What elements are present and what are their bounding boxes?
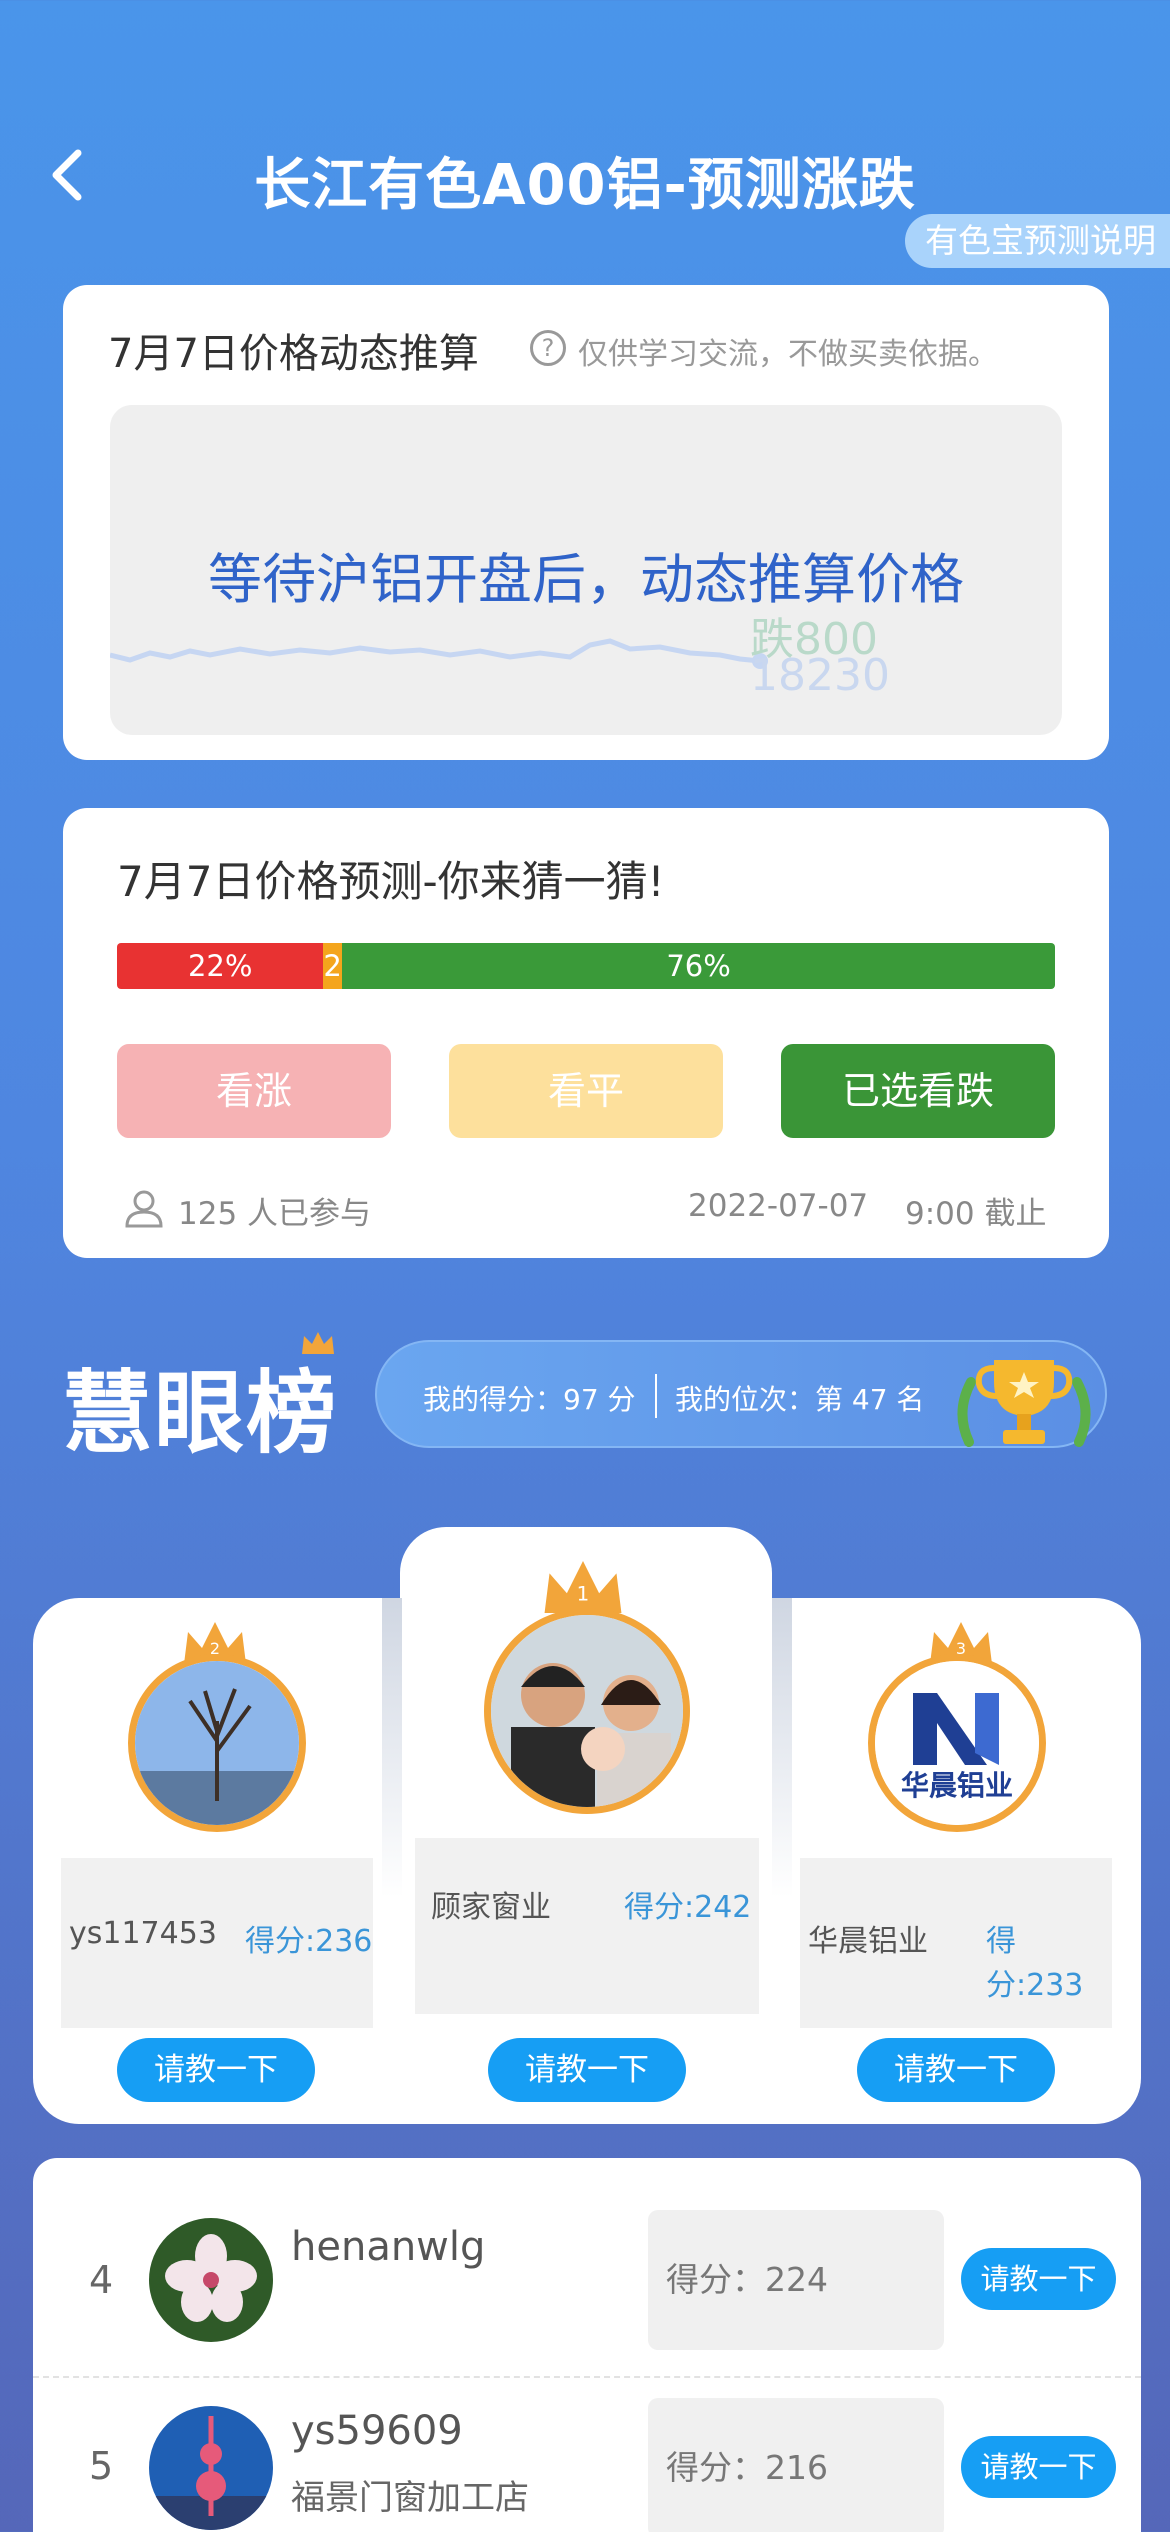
crown-rank-1: 1 bbox=[577, 1583, 590, 1606]
list-item: 4 henanwlg 得分：224 请教一下 bbox=[33, 2158, 1141, 2376]
vote-up-button[interactable]: 看涨 bbox=[117, 1044, 391, 1138]
question-circle-icon[interactable]: ? bbox=[530, 330, 566, 366]
crown-icon bbox=[302, 1332, 334, 1354]
podium-name: 顾家窗业 bbox=[431, 1890, 551, 1925]
avatar[interactable] bbox=[484, 1608, 690, 1814]
podium-score: 得分:242 bbox=[624, 1890, 752, 1925]
avatar[interactable]: 华晨铝业 bbox=[868, 1654, 1046, 1832]
row-subtitle: 福景门窗加工店 bbox=[291, 2478, 529, 2518]
dynamic-card-title: 7月7日价格动态推算 bbox=[108, 331, 479, 377]
price-chart-placeholder: 等待沪铝开盘后，动态推算价格 跌800 18230 bbox=[110, 405, 1062, 735]
ask-button[interactable]: 请教一下 bbox=[961, 2248, 1116, 2310]
estimated-price: 18230 bbox=[750, 650, 890, 701]
deadline-time: 9:00 截止 bbox=[905, 1196, 1047, 1232]
row-name: ys59609 bbox=[291, 2408, 463, 2454]
avatar[interactable] bbox=[149, 2218, 273, 2342]
my-score: 我的得分：97 分 bbox=[423, 1383, 636, 1416]
avatar[interactable] bbox=[149, 2406, 273, 2530]
prediction-title: 7月7日价格预测-你来猜一猜! bbox=[117, 857, 665, 906]
avatar-image-flower bbox=[149, 2218, 273, 2342]
avatar[interactable] bbox=[128, 1654, 306, 1832]
list-item: 5 ys59609 福景门窗加工店 得分：216 请教一下 bbox=[33, 2378, 1141, 2532]
prediction-card: 7月7日价格预测-你来猜一猜! 22% 2% 76% 看涨 看平 已选看跌 12… bbox=[63, 808, 1109, 1258]
podium-info-2: ys117453 得分:236 bbox=[61, 1858, 373, 2028]
podium-name: 华晨铝业 bbox=[808, 1924, 928, 1959]
vote-up-segment: 22% bbox=[117, 943, 324, 989]
ask-button[interactable]: 请教一下 bbox=[488, 2038, 686, 2102]
vote-down-segment: 76% bbox=[342, 943, 1055, 989]
ask-button[interactable]: 请教一下 bbox=[857, 2038, 1055, 2102]
waiting-message: 等待沪铝开盘后，动态推算价格 bbox=[208, 548, 964, 611]
avatar-image-company-logo: 华晨铝业 bbox=[875, 1661, 1039, 1825]
podium-info-3: 华晨铝业 得分:233 bbox=[800, 1858, 1112, 2028]
user-icon bbox=[125, 1190, 163, 1228]
company-logo-text: 华晨铝业 bbox=[901, 1769, 1013, 1802]
ask-button[interactable]: 请教一下 bbox=[961, 2436, 1116, 2498]
trophy-icon bbox=[957, 1360, 1091, 1447]
row-rank: 5 bbox=[89, 2444, 114, 2488]
page-title: 长江有色A00铝-预测涨跌 bbox=[254, 153, 916, 218]
ranking-list: 4 henanwlg 得分：224 请教一下 5 ys59609 福景门窗加工店… bbox=[33, 2158, 1141, 2532]
vote-flat-button[interactable]: 看平 bbox=[449, 1044, 723, 1138]
divider bbox=[655, 1374, 657, 1418]
avatar-image-family bbox=[491, 1615, 683, 1807]
ranking-logo: 慧眼榜 bbox=[62, 1361, 338, 1466]
ask-button[interactable]: 请教一下 bbox=[117, 2038, 315, 2102]
podium-separator bbox=[772, 1598, 792, 1898]
podium-info-1: 顾家窗业 得分:242 bbox=[415, 1838, 759, 2014]
participant-count: 125 人已参与 bbox=[178, 1196, 372, 1232]
deadline-date: 2022-07-07 bbox=[688, 1188, 869, 1224]
podium-name: ys117453 bbox=[69, 1916, 217, 1951]
vote-distribution-bar: 22% 2% 76% bbox=[117, 943, 1055, 989]
vote-flat-segment: 2% bbox=[323, 943, 369, 989]
row-rank: 4 bbox=[89, 2258, 114, 2302]
avatar-image-tower bbox=[149, 2406, 273, 2530]
avatar-image-tree bbox=[135, 1661, 299, 1825]
my-position: 我的位次：第 47 名 bbox=[675, 1383, 925, 1416]
my-score-banner: 我的得分：97 分 我的位次：第 47 名 bbox=[375, 1340, 1107, 1448]
row-score: 得分：216 bbox=[648, 2398, 944, 2532]
vote-down-button[interactable]: 已选看跌 bbox=[781, 1044, 1055, 1138]
disclaimer-text: 仅供学习交流，不做买卖依据。 bbox=[578, 337, 998, 372]
podium-score: 得分:233 bbox=[986, 1924, 1084, 2003]
podium-separator bbox=[382, 1598, 402, 1898]
dynamic-price-card: 7月7日价格动态推算 ? 仅供学习交流，不做买卖依据。 等待沪铝开盘后，动态推算… bbox=[63, 285, 1109, 760]
row-name: henanwlg bbox=[291, 2224, 486, 2270]
podium-score: 得分:236 bbox=[245, 1924, 373, 1959]
prediction-help-button[interactable]: 有色宝预测说明 bbox=[905, 214, 1170, 268]
row-score: 得分：224 bbox=[648, 2210, 944, 2350]
